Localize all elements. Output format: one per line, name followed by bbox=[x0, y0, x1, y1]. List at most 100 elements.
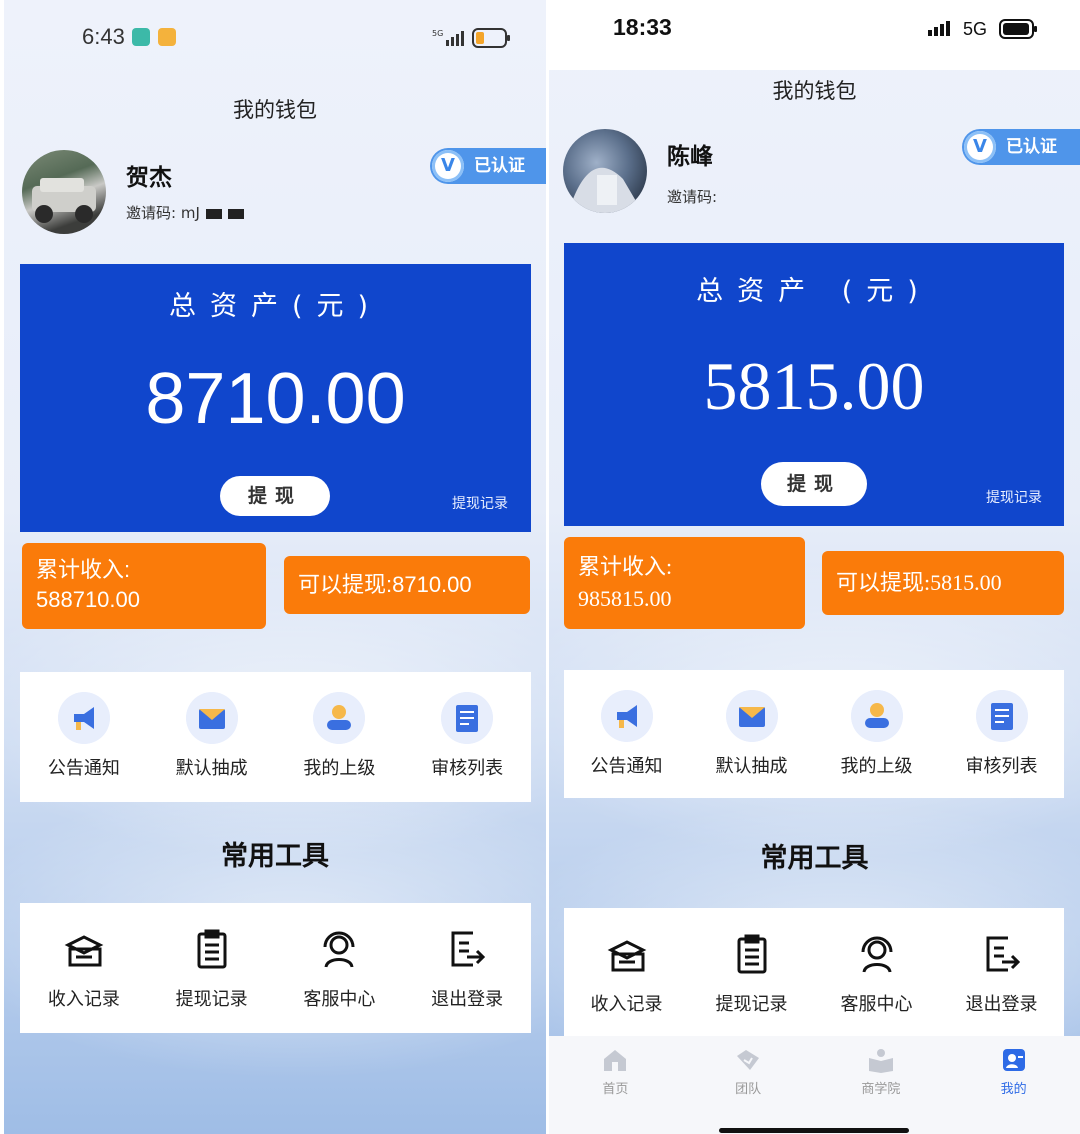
tool-label: 提现记录 bbox=[175, 989, 248, 1010]
menu-item-label: 审核列表 bbox=[965, 756, 1038, 777]
tool-label: 收入记录 bbox=[47, 989, 120, 1010]
tab-mine[interactable]: 我的 bbox=[947, 1036, 1080, 1134]
profile-icon bbox=[1002, 1049, 1025, 1071]
income-record-icon bbox=[607, 940, 646, 972]
page-title: 我的钱包 bbox=[233, 98, 317, 122]
list-doc-icon bbox=[975, 690, 1028, 742]
menu-item-announcements[interactable]: 公告通知 bbox=[564, 670, 689, 798]
total-income-value: 985815.00 bbox=[578, 586, 672, 611]
invite-label: 邀请码: bbox=[667, 188, 718, 206]
tool-label: 收入记录 bbox=[590, 994, 663, 1015]
total-income-value: 588710.00 bbox=[36, 587, 140, 612]
status-time: 6:43 bbox=[82, 24, 125, 49]
total-income-box: 累计收入: 985815.00 bbox=[564, 537, 805, 629]
right-phone-screen: 18:33 5G 我的钱包 陈峰 邀请码: V 已认证 总资产 (元) 5815… bbox=[549, 0, 1080, 1134]
menu-item-label: 审核列表 bbox=[431, 758, 504, 779]
tool-income-record[interactable]: 收入记录 bbox=[20, 903, 148, 1033]
logout-doc-icon bbox=[451, 931, 486, 967]
withdraw-record-link[interactable]: 提现记录 bbox=[452, 493, 508, 513]
withdraw-record-link[interactable]: 提现记录 bbox=[986, 487, 1042, 507]
home-icon bbox=[604, 1050, 627, 1071]
tool-label: 退出登录 bbox=[431, 989, 504, 1010]
tools-section-title: 常用工具 bbox=[760, 843, 869, 874]
tab-team[interactable]: 团队 bbox=[682, 1036, 815, 1134]
avatar[interactable] bbox=[563, 129, 647, 213]
car-photo bbox=[32, 178, 96, 223]
person-icon bbox=[313, 692, 366, 744]
menu-item-my-superior[interactable]: 我的上级 bbox=[814, 670, 939, 798]
total-income-label: 累计收入: bbox=[36, 557, 131, 582]
battery-icon bbox=[472, 28, 510, 48]
menu-item-my-superior[interactable]: 我的上级 bbox=[276, 672, 404, 802]
verified-v-icon: V bbox=[964, 131, 996, 163]
verified-badge: V 已认证 bbox=[962, 129, 1080, 165]
tab-label: 商学院 bbox=[861, 1082, 901, 1097]
tool-customer-service[interactable]: 客服中心 bbox=[814, 908, 939, 1038]
logout-doc-icon bbox=[986, 936, 1020, 972]
status-time: 18:33 bbox=[613, 14, 672, 40]
user-name: 贺杰 bbox=[126, 165, 172, 191]
tool-label: 提现记录 bbox=[715, 994, 788, 1015]
tool-logout[interactable]: 退出登录 bbox=[939, 908, 1064, 1038]
building-photo bbox=[563, 167, 643, 213]
menu-item-default-commission[interactable]: 默认抽成 bbox=[689, 670, 814, 798]
redaction-mark bbox=[205, 208, 222, 219]
menu-item-review-list[interactable]: 审核列表 bbox=[939, 670, 1064, 798]
tool-label: 客服中心 bbox=[303, 989, 376, 1010]
total-assets-title: 总资产(元) bbox=[168, 291, 383, 322]
app-notification-icon bbox=[158, 28, 176, 46]
network-type: 5G bbox=[963, 19, 988, 39]
available-withdraw-box: 可以提现:5815.00 bbox=[822, 551, 1064, 615]
tool-withdraw-record[interactable]: 提现记录 bbox=[689, 908, 814, 1038]
menu-item-announcements[interactable]: 公告通知 bbox=[20, 672, 148, 802]
available-withdraw-box: 可以提现:8710.00 bbox=[284, 556, 530, 614]
verified-label: 已认证 bbox=[474, 156, 525, 176]
menu-item-label: 默认抽成 bbox=[715, 756, 788, 777]
total-income-label: 累计收入: bbox=[578, 554, 673, 579]
verified-v-icon: V bbox=[432, 150, 464, 182]
avatar[interactable] bbox=[22, 150, 106, 234]
menu-item-label: 公告通知 bbox=[47, 758, 120, 779]
person-icon bbox=[850, 690, 903, 742]
menu-item-review-list[interactable]: 审核列表 bbox=[403, 672, 531, 802]
invite-code: 邀请码: mJ bbox=[126, 202, 244, 223]
headset-icon bbox=[861, 936, 892, 973]
total-assets-amount: 8710.00 bbox=[145, 359, 406, 439]
megaphone-icon bbox=[57, 692, 110, 744]
withdraw-button[interactable]: 提现 bbox=[761, 462, 867, 506]
home-indicator bbox=[719, 1128, 909, 1133]
menu-item-default-commission[interactable]: 默认抽成 bbox=[148, 672, 276, 802]
total-assets-card: 总资产(元) 8710.00 提现 提现记录 bbox=[20, 264, 531, 532]
tool-label: 退出登录 bbox=[965, 994, 1038, 1015]
invite-code: 邀请码: bbox=[667, 186, 717, 207]
page-title: 我的钱包 bbox=[772, 79, 857, 103]
status-bar: 18:33 5G bbox=[549, 0, 1080, 70]
total-assets-title: 总资产 (元) bbox=[696, 276, 932, 307]
bottom-tab-bar: 首页 团队 商学院 我的 bbox=[549, 1036, 1080, 1134]
verified-label: 已认证 bbox=[1006, 137, 1057, 157]
total-assets-card: 总资产 (元) 5815.00 提现 提现记录 bbox=[564, 243, 1064, 526]
envelope-icon bbox=[185, 692, 238, 744]
app-notification-icon bbox=[132, 28, 150, 46]
battery-icon bbox=[999, 19, 1037, 39]
menu-item-label: 公告通知 bbox=[590, 756, 663, 777]
tool-withdraw-record[interactable]: 提现记录 bbox=[148, 903, 276, 1033]
tab-label: 团队 bbox=[735, 1082, 762, 1097]
menu-item-label: 我的上级 bbox=[303, 758, 376, 779]
tool-income-record[interactable]: 收入记录 bbox=[564, 908, 689, 1038]
tab-academy[interactable]: 商学院 bbox=[815, 1036, 948, 1134]
tool-customer-service[interactable]: 客服中心 bbox=[276, 903, 404, 1033]
tool-logout[interactable]: 退出登录 bbox=[403, 903, 531, 1033]
tab-label: 首页 bbox=[602, 1082, 629, 1097]
book-icon bbox=[868, 1049, 893, 1073]
signal-icon bbox=[928, 21, 950, 36]
withdraw-button[interactable]: 提现 bbox=[220, 476, 330, 516]
tools-menu: 收入记录 提现记录 客服中心 退出登录 bbox=[564, 908, 1064, 1038]
tab-label: 我的 bbox=[1000, 1082, 1027, 1097]
left-phone-screen: 6:43 5G 我的钱包 贺杰 邀请码: mJ V 已认证 总资产(元) 871… bbox=[4, 0, 546, 1134]
svg-text:5G: 5G bbox=[432, 29, 443, 38]
menu-item-label: 我的上级 bbox=[840, 756, 913, 777]
team-icon bbox=[737, 1050, 760, 1070]
tab-home[interactable]: 首页 bbox=[549, 1036, 682, 1134]
total-income-box: 累计收入: 588710.00 bbox=[22, 543, 266, 629]
